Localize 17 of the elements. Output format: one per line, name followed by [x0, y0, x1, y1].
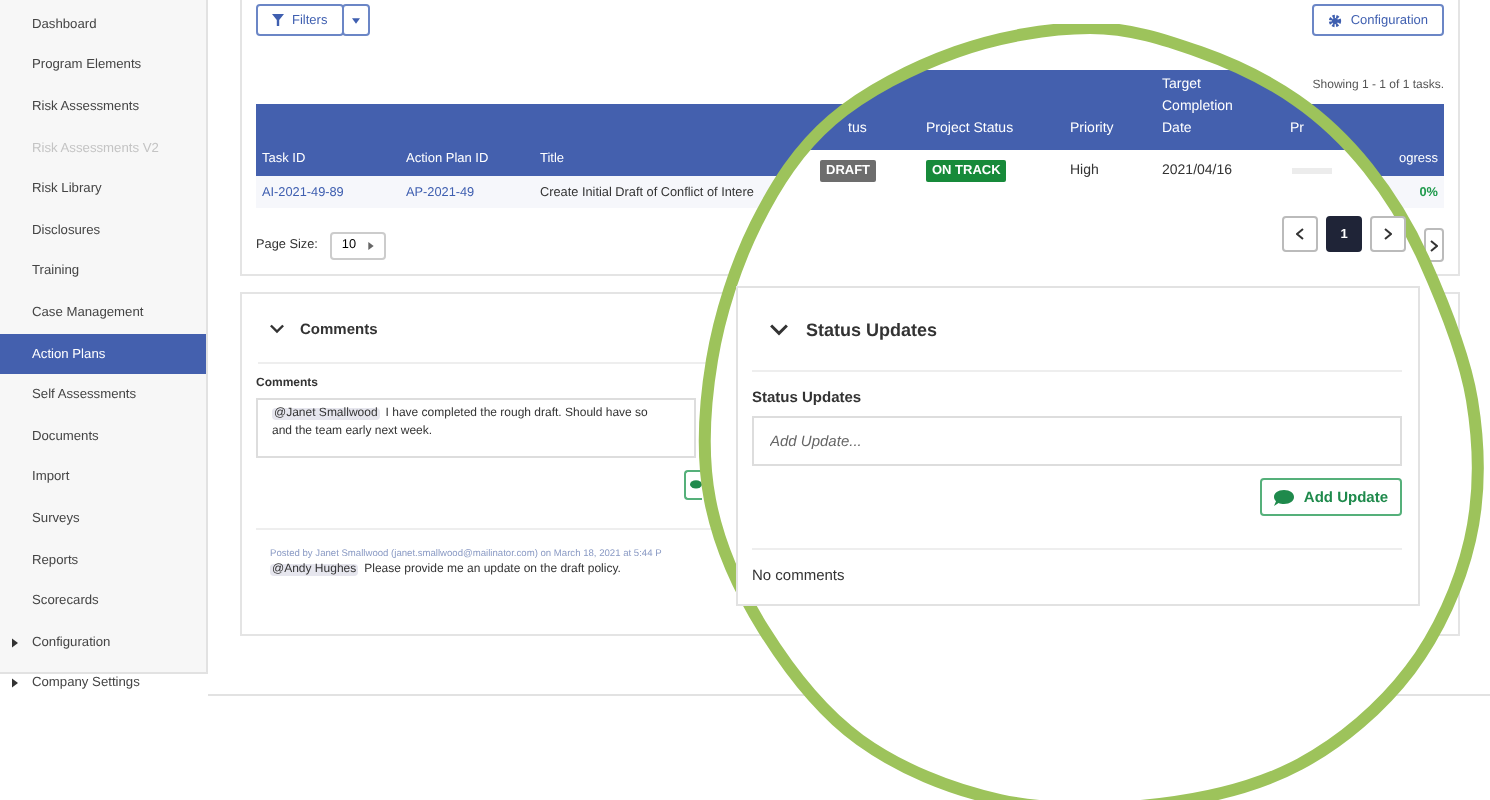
caret-icon — [12, 678, 18, 689]
chevron-right-icon — [1430, 239, 1438, 251]
gear-icon — [1328, 13, 1343, 27]
next-page-button[interactable] — [1370, 216, 1406, 252]
previous-page-button[interactable] — [1282, 216, 1318, 252]
add-comment-button[interactable] — [684, 470, 702, 500]
speech-bubble-icon — [1273, 489, 1294, 505]
caret-icon — [368, 241, 375, 249]
panel-title: Status Updates — [806, 319, 938, 339]
page-button[interactable] — [1424, 228, 1444, 262]
caret-icon — [351, 17, 360, 23]
filter-icon — [272, 14, 284, 26]
caret-icon — [12, 637, 18, 648]
chevron-left-icon — [1296, 228, 1304, 240]
dropdown-button[interactable] — [341, 4, 370, 36]
speech-bubble-icon — [690, 480, 702, 490]
chevron-right-icon — [1384, 228, 1392, 240]
